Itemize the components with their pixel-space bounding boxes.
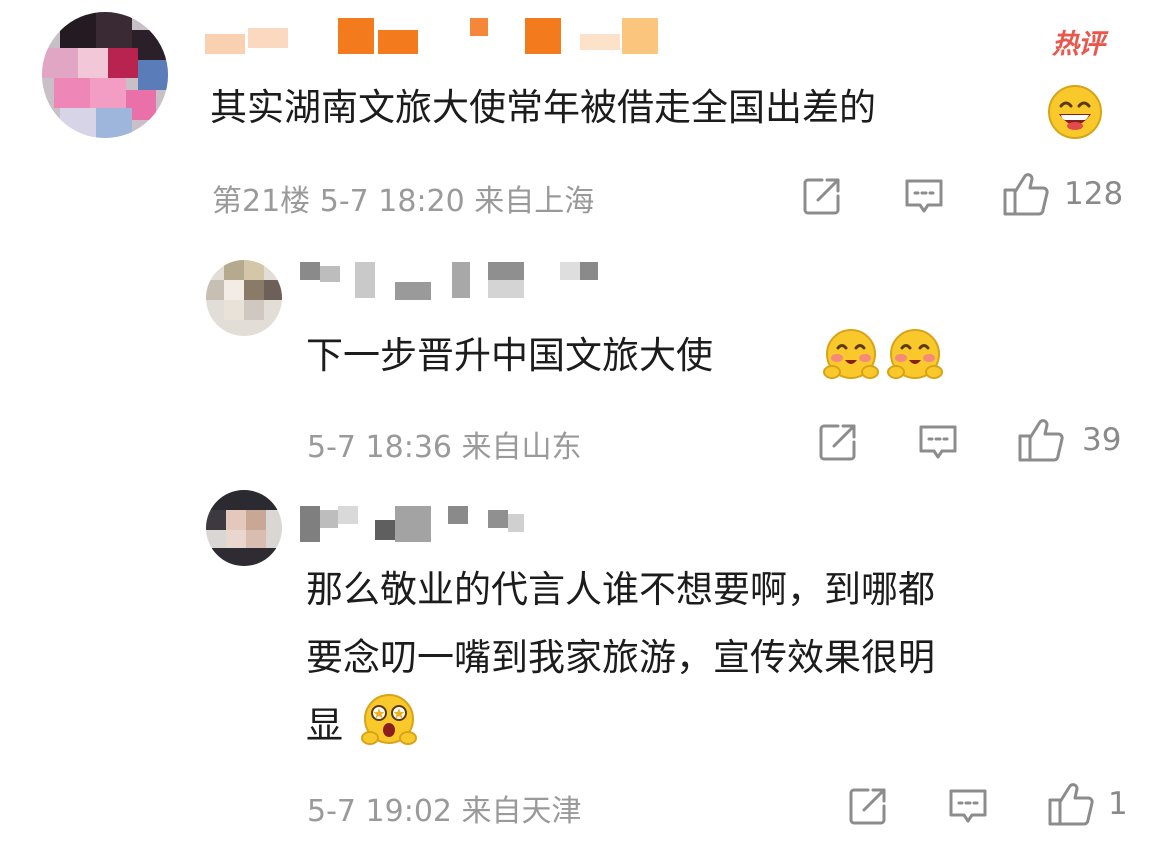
avatar[interactable] [42,12,168,138]
thumbs-up-icon[interactable] [1001,170,1051,218]
avatar[interactable] [206,490,282,566]
comment-text-line: 显 [306,704,343,747]
comment-text-line: 要念叨一嘴到我家旅游，宣传效果很明 [306,636,935,679]
comment-icon[interactable] [946,786,990,828]
like-count: 1 [1108,786,1128,822]
starry-eyed-emoji [360,692,418,750]
comment-meta: 5-7 18:36 来自山东 [307,422,582,466]
thumbs-up-icon[interactable] [1016,416,1066,464]
comment-icon[interactable] [916,422,960,464]
floor-number: 第21楼 [212,184,311,219]
comment-text: 其实湖南文旅大使常年被借走全国出差的 [210,86,876,129]
share-icon[interactable] [800,174,844,218]
share-icon[interactable] [846,784,890,828]
hot-comment-badge: 热评 [1052,29,1105,60]
comment-icon[interactable] [902,176,946,218]
timestamp: 5-7 18:36 [307,430,452,465]
blush-emoji [886,328,944,382]
timestamp: 5-7 18:20 [319,184,465,219]
location: 来自上海 [474,184,595,219]
location: 来自山东 [461,430,582,465]
blush-emoji [822,328,880,382]
like-count: 39 [1082,422,1122,458]
like-count: 128 [1064,176,1124,212]
comment-meta: 5-7 19:02 来自天津 [307,786,582,830]
location: 来自天津 [461,794,582,829]
comment-meta: 第21楼 5-7 18:20 来自上海 [212,176,594,220]
comment-text: 下一步晋升中国文旅大使 [306,334,713,377]
avatar[interactable] [206,260,282,336]
timestamp: 5-7 19:02 [307,794,452,829]
comment-text-line: 那么敬业的代言人谁不想要啊，到哪都 [306,568,935,611]
laughing-emoji [1047,84,1103,140]
share-icon[interactable] [816,420,860,464]
thumbs-up-icon[interactable] [1046,780,1096,828]
